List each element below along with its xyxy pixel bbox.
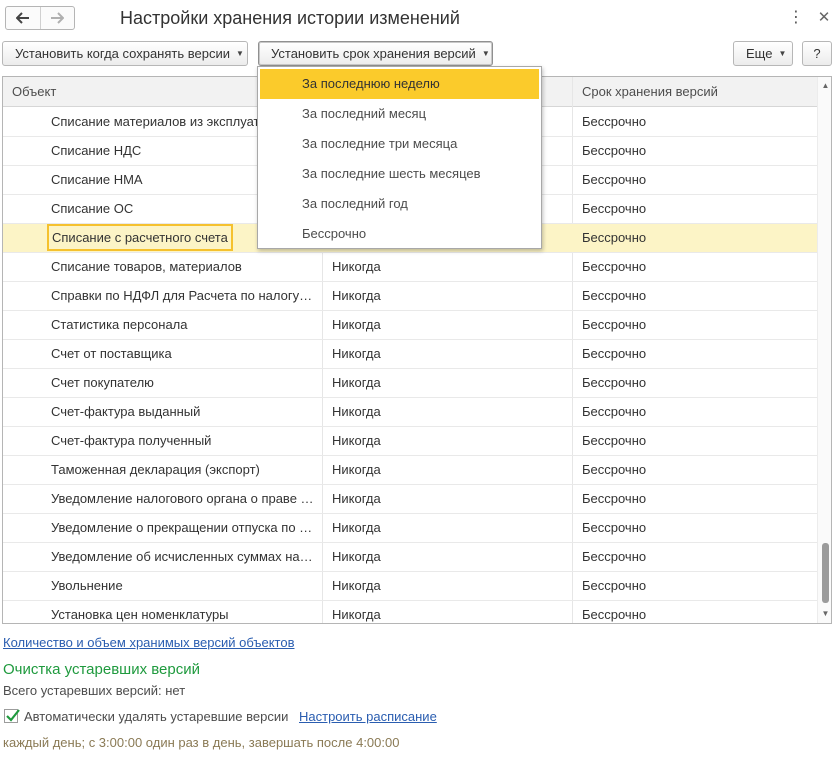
cell-retention: Бессрочно [582, 259, 647, 274]
cell-retention: Бессрочно [582, 172, 647, 187]
menu-item-last-year[interactable]: За последний год [260, 189, 539, 219]
cell-object: Счет-фактура полученный [51, 433, 212, 448]
arrow-left-icon [15, 12, 29, 24]
cell-when-save: Никогда [332, 375, 381, 390]
page-title: Настройки хранения истории изменений [120, 8, 460, 28]
cell-object: Счет от поставщика [51, 346, 172, 361]
cell-when-save: Никогда [332, 433, 381, 448]
chevron-down-icon: ▼ [778, 49, 787, 58]
menu-item-indefinitely[interactable]: Бессрочно [260, 219, 539, 249]
cell-when-save: Никогда [332, 317, 381, 332]
cell-retention: Бессрочно [582, 520, 647, 535]
scroll-up-icon[interactable]: ▲ [818, 79, 831, 93]
cell-when-save: Никогда [332, 578, 381, 593]
table-row[interactable]: Увольнение Никогда Бессрочно [3, 572, 817, 601]
cell-object: Счет-фактура выданный [51, 404, 201, 419]
help-button[interactable]: ? [802, 41, 832, 66]
cell-when-save: Никогда [332, 462, 381, 477]
cell-when-save: Никогда [332, 404, 381, 419]
vertical-scrollbar[interactable]: ▲ ▼ [817, 77, 831, 623]
menu-item-last-six-months[interactable]: За последние шесть месяцев [260, 159, 539, 189]
menu-item-last-three-months[interactable]: За последние три месяца [260, 129, 539, 159]
cell-object: Счет покупателю [51, 375, 154, 390]
navigation-buttons [5, 6, 75, 30]
retention-dropdown-menu: За последнюю неделю За последний месяц З… [257, 66, 542, 249]
table-row[interactable]: Уведомление налогового органа о праве … Н… [3, 485, 817, 514]
close-icon[interactable]: ✕ [816, 8, 832, 28]
cell-retention: Бессрочно [582, 230, 647, 245]
table-row[interactable]: Счет покупателю Никогда Бессрочно [3, 369, 817, 398]
column-header-retention[interactable]: Срок хранения версий [582, 77, 718, 107]
cell-object: Списание с расчетного счета [47, 224, 233, 251]
set-when-save-button[interactable]: Установить когда сохранять версии ▼ [2, 41, 248, 66]
set-retention-label: Установить срок хранения версий [271, 46, 476, 61]
auto-delete-checkbox[interactable] [4, 709, 20, 723]
cell-object: Установка цен номенклатуры [51, 607, 229, 622]
cell-retention: Бессрочно [582, 114, 647, 129]
cell-retention: Бессрочно [582, 201, 647, 216]
cell-retention: Бессрочно [582, 607, 647, 622]
cell-object: Списание товаров, материалов [51, 259, 242, 274]
cell-when-save: Никогда [332, 607, 381, 622]
table-row[interactable]: Счет-фактура полученный Никогда Бессрочно [3, 427, 817, 456]
cell-object: Статистика персонала [51, 317, 188, 332]
cell-object: Таможенная декларация (экспорт) [51, 462, 260, 477]
cell-retention: Бессрочно [582, 375, 647, 390]
table-row[interactable]: Счет-фактура выданный Никогда Бессрочно [3, 398, 817, 427]
set-retention-button[interactable]: Установить срок хранения версий ▼ [258, 41, 493, 66]
scrollbar-thumb[interactable] [822, 543, 829, 603]
cell-retention: Бессрочно [582, 317, 647, 332]
table-row[interactable]: Таможенная декларация (экспорт) Никогда Бе… [3, 456, 817, 485]
versions-stats-link[interactable]: Количество и объем хранимых версий объек… [3, 635, 294, 650]
chevron-down-icon: ▼ [235, 49, 244, 58]
cell-retention: Бессрочно [582, 288, 647, 303]
cell-retention: Бессрочно [582, 491, 647, 506]
menu-item-last-week[interactable]: За последнюю неделю [260, 69, 539, 99]
cell-when-save: Никогда [332, 346, 381, 361]
schedule-link[interactable]: Настроить расписание [299, 709, 437, 724]
cell-object: Справки по НДФЛ для Расчета по налогу… [51, 288, 313, 303]
cell-object: Уведомление о прекращении отпуска по … [51, 520, 313, 535]
table-row[interactable]: Списание товаров, материалов Никогда Бесср… [3, 253, 817, 282]
cell-retention: Бессрочно [582, 346, 647, 361]
table-row[interactable]: Счет от поставщика Никогда Бессрочно [3, 340, 817, 369]
cell-retention: Бессрочно [582, 143, 647, 158]
schedule-description: каждый день; с 3:00:00 один раз в день, … [3, 735, 400, 750]
more-label: Еще [746, 46, 773, 61]
back-button[interactable] [6, 7, 40, 29]
obsolete-count: Всего устаревших версий: нет [3, 683, 186, 698]
menu-item-last-month[interactable]: За последний месяц [260, 99, 539, 129]
table-row[interactable]: Статистика персонала Никогда Бессрочно [3, 311, 817, 340]
cleanup-heading: Очистка устаревших версий [3, 661, 200, 678]
checkmark-icon [6, 709, 20, 722]
chevron-down-icon: ▼ [481, 49, 490, 58]
cell-when-save: Никогда [332, 288, 381, 303]
auto-delete-label[interactable]: Автоматически удалять устаревшие версии [24, 709, 288, 724]
cell-object: Уведомление об исчисленных суммах на… [51, 549, 313, 564]
cell-retention: Бессрочно [582, 404, 647, 419]
cell-retention: Бессрочно [582, 549, 647, 564]
table-row[interactable]: Установка цен номенклатуры Никогда Бессроч… [3, 601, 817, 623]
table-row[interactable]: Уведомление об исчисленных суммах на… Ник… [3, 543, 817, 572]
set-when-save-label: Установить когда сохранять версии [15, 46, 230, 61]
cell-when-save: Никогда [332, 549, 381, 564]
arrow-right-icon [51, 12, 65, 24]
more-vertical-icon[interactable]: ⋮ [788, 8, 804, 28]
cell-object: Увольнение [51, 578, 123, 593]
cell-when-save: Никогда [332, 520, 381, 535]
cell-retention: Бессрочно [582, 433, 647, 448]
scroll-down-icon[interactable]: ▼ [818, 607, 831, 621]
cell-retention: Бессрочно [582, 578, 647, 593]
more-button[interactable]: Еще ▼ [733, 41, 793, 66]
column-header-object[interactable]: Объект [12, 77, 56, 107]
table-row[interactable]: Справки по НДФЛ для Расчета по налогу… Ни… [3, 282, 817, 311]
cell-retention: Бессрочно [582, 462, 647, 477]
table-row[interactable]: Уведомление о прекращении отпуска по … Ни… [3, 514, 817, 543]
cell-when-save: Никогда [332, 259, 381, 274]
cell-when-save: Никогда [332, 491, 381, 506]
forward-button[interactable] [39, 7, 75, 29]
cell-object: Уведомление налогового органа о праве … [51, 491, 314, 506]
help-label: ? [813, 46, 821, 61]
